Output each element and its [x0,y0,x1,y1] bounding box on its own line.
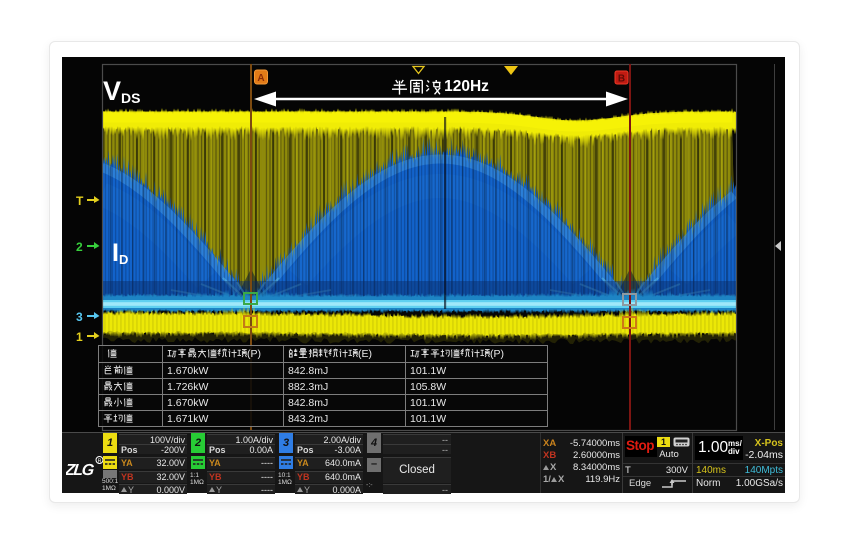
svg-text:T: T [76,194,84,208]
svg-text:2: 2 [76,240,83,254]
svg-text:B: B [618,74,625,85]
svg-text:3: 3 [76,310,83,324]
svg-text:R: R [98,458,102,464]
svg-text:ZLG: ZLG [66,461,95,479]
svg-text:A: A [257,73,264,84]
svg-text:1: 1 [76,330,83,344]
